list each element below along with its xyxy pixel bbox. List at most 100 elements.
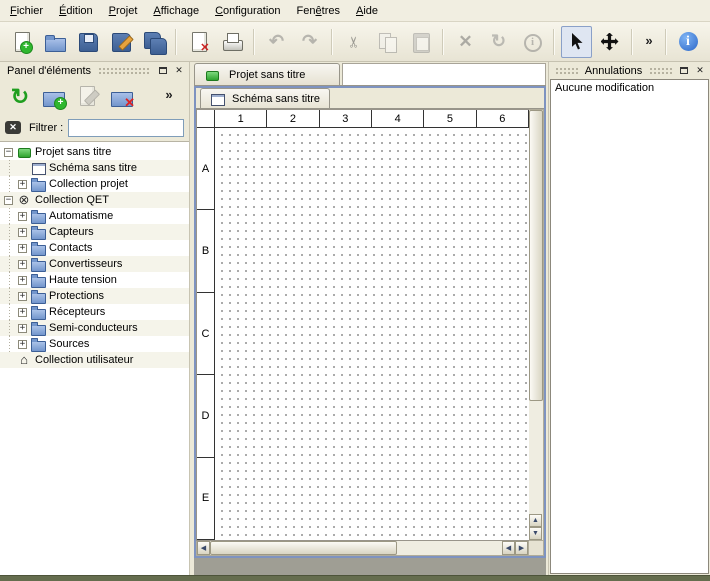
about-info-button[interactable] (673, 26, 704, 58)
tree-item-collection-utilisateur[interactable]: Collection utilisateur (0, 352, 189, 368)
tree-expander[interactable]: + (18, 276, 27, 285)
menu-item-aide[interactable]: Aide (348, 0, 386, 21)
close-document-button[interactable] (183, 26, 214, 58)
elements-panel-dock: Panel d'éléments Filtrer : −Projet sans … (0, 62, 190, 575)
print-button[interactable] (216, 26, 247, 58)
tree-expander[interactable]: + (18, 180, 27, 189)
tree-item-protections[interactable]: +Protections (0, 288, 189, 304)
save-button[interactable] (72, 26, 103, 58)
undo-button[interactable] (261, 26, 292, 58)
tree-expander[interactable]: + (18, 308, 27, 317)
tree-item-collection-projet[interactable]: +Collection projet (0, 176, 189, 192)
save-icon (76, 30, 100, 54)
menu-item-configuration[interactable]: Configuration (207, 0, 288, 21)
copy-button[interactable] (372, 26, 403, 58)
undo-history-list[interactable]: Aucune modification (550, 79, 709, 574)
vertical-scroll-track[interactable] (529, 110, 543, 514)
tree-item-sources[interactable]: +Sources (0, 336, 189, 352)
close-panel-button[interactable] (172, 64, 186, 77)
clear-filter-icon[interactable] (4, 118, 24, 138)
tree-expander[interactable]: + (18, 260, 27, 269)
close-icon (175, 64, 183, 77)
reload-collections-icon (7, 84, 33, 110)
project-icon (205, 68, 219, 82)
tree-item-label: Collection utilisateur (35, 354, 133, 366)
undo-dock-titlebar[interactable]: Annulations (549, 62, 710, 79)
folder-icon (31, 337, 45, 351)
tree-item-label: Capteurs (49, 226, 94, 238)
horizontal-scroll-thumb[interactable] (210, 541, 397, 555)
tree-item-contacts[interactable]: + Contacts (0, 240, 189, 256)
tree-item-automatisme[interactable]: +Automatisme (0, 208, 189, 224)
tree-item-convertisseurs[interactable]: +Convertisseurs (0, 256, 189, 272)
tree-item-capteurs[interactable]: + Capteurs (0, 224, 189, 240)
scroll-right-button[interactable] (515, 541, 528, 555)
vertical-scrollbar[interactable] (529, 109, 544, 541)
scroll-left-button-2[interactable] (502, 541, 515, 555)
move-tool-button[interactable] (594, 26, 625, 58)
tab-schema-sans-titre[interactable]: Schéma sans titre (200, 88, 330, 108)
vertical-scroll-thumb[interactable] (529, 110, 543, 401)
close-undo-dock-button[interactable] (693, 64, 707, 77)
tree-item-label: Contacts (49, 242, 92, 254)
tree-item-projet-sans-titre[interactable]: −Projet sans titre (0, 144, 189, 160)
delete-button[interactable] (450, 26, 481, 58)
horizontal-scrollbar[interactable] (196, 541, 529, 556)
schema-icon (210, 92, 224, 106)
tree-item-recepteurs[interactable]: + Récepteurs (0, 304, 189, 320)
panel-overflow-button[interactable] (154, 82, 184, 112)
reload-collections-button[interactable] (5, 82, 35, 112)
toolbar-separator (253, 29, 255, 55)
elements-panel-titlebar[interactable]: Panel d'éléments (0, 62, 189, 79)
element-info-button[interactable] (516, 26, 547, 58)
menu-item-fichier[interactable]: Fichier (2, 0, 51, 21)
float-undo-dock-button[interactable] (677, 64, 691, 77)
scroll-down-button[interactable] (529, 527, 542, 540)
tab-projet-sans-titre[interactable]: Projet sans titre (194, 63, 340, 85)
float-icon (680, 67, 688, 74)
redo-button[interactable] (294, 26, 325, 58)
cut-button[interactable] (339, 26, 370, 58)
tree-item-schema-sans-titre[interactable]: Schéma sans titre (0, 160, 189, 176)
tree-expander[interactable]: − (4, 148, 13, 157)
delete-category-button[interactable] (107, 82, 137, 112)
tree-expander[interactable]: + (18, 324, 27, 333)
menu-item-edition[interactable]: Édition (51, 0, 101, 21)
tree-item-haute-tension[interactable]: +Haute tension (0, 272, 189, 288)
filter-input[interactable] (68, 119, 184, 137)
tree-item-label: Récepteurs (49, 306, 105, 318)
scroll-up-button[interactable] (529, 514, 542, 527)
tree-expander[interactable]: + (18, 212, 27, 221)
horizontal-scroll-track[interactable] (210, 541, 502, 555)
save-all-button[interactable] (138, 26, 169, 58)
new-category-button[interactable] (39, 82, 69, 112)
tree-expander[interactable]: + (18, 292, 27, 301)
float-panel-button[interactable] (156, 64, 170, 77)
tree-expander[interactable]: + (18, 228, 27, 237)
copy-icon (376, 30, 400, 54)
diagram-canvas[interactable] (215, 128, 529, 540)
new-document-icon (10, 30, 34, 54)
menu-item-projet[interactable]: Projet (101, 0, 146, 21)
paste-button[interactable] (405, 26, 436, 58)
edit-category-button[interactable] (73, 82, 103, 112)
select-pointer-button[interactable] (561, 26, 592, 58)
tree-item-collection-qet[interactable]: −Collection QET (0, 192, 189, 208)
new-document-button[interactable] (6, 26, 37, 58)
tree-expander[interactable]: − (4, 196, 13, 205)
column-header-5: 5 (424, 110, 476, 128)
column-header-4: 4 (372, 110, 424, 128)
chevron-overflow-button[interactable] (639, 26, 659, 58)
row-header-B: B (197, 210, 215, 292)
tree-expander[interactable]: + (18, 340, 27, 349)
tabbar-empty-area (342, 63, 546, 85)
menu-item-affichage[interactable]: Affichage (145, 0, 207, 21)
rotate-button[interactable] (483, 26, 514, 58)
tree-expander[interactable]: + (18, 244, 27, 253)
save-as-button[interactable] (105, 26, 136, 58)
scroll-left-button[interactable] (197, 541, 210, 555)
open-document-button[interactable] (39, 26, 70, 58)
menu-item-fenetres[interactable]: Fenêtres (289, 0, 348, 21)
tree-item-semi-conducteurs[interactable]: +Semi-conducteurs (0, 320, 189, 336)
elements-panel-toolbar (0, 79, 189, 115)
